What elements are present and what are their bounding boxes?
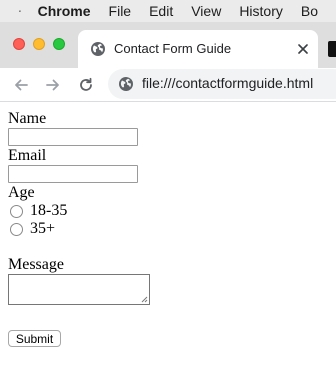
back-button[interactable] [10,74,32,96]
reload-button[interactable] [75,74,97,96]
age-option-label-35-plus: 35+ [30,220,56,237]
name-input[interactable] [8,128,138,146]
address-bar[interactable]: file:///contactformguide.html [108,69,336,99]
macos-menu-bar: Chrome File Edit View History Bo [0,0,336,22]
menu-history[interactable]: History [239,3,283,19]
message-textarea[interactable] [8,274,150,305]
minimize-window-button[interactable] [33,38,45,50]
close-window-button[interactable] [13,38,25,50]
address-url: file:///contactformguide.html [142,75,314,91]
tab-title: Contact Form Guide [114,41,232,56]
age-label: Age [8,184,35,201]
page-content: Name Email Age 18-35 35+ Message Submit [0,102,336,370]
next-tab-favicon-icon[interactable] [328,41,336,57]
menu-bookmarks[interactable]: Bo [301,3,318,19]
globe-icon [91,42,105,56]
apple-logo-icon[interactable] [19,3,21,19]
name-label: Name [8,110,47,127]
email-label: Email [8,147,47,164]
email-input[interactable] [8,165,138,183]
submit-button[interactable]: Submit [8,330,61,347]
close-icon [298,44,308,54]
arrow-left-icon [15,79,28,91]
menu-file[interactable]: File [109,3,132,19]
age-radio-18-35[interactable] [10,205,23,218]
menu-view[interactable]: View [191,3,221,19]
age-option-label-18-35: 18-35 [30,202,68,219]
tab-close-button[interactable] [294,40,312,58]
forward-button[interactable] [42,74,64,96]
age-radio-35-plus[interactable] [10,223,23,236]
arrow-right-icon [46,79,59,91]
tab-strip: Contact Form Guide [0,22,336,68]
tab-contact-form-guide[interactable]: Contact Form Guide [78,30,318,68]
menu-edit[interactable]: Edit [149,3,173,19]
zoom-window-button[interactable] [53,38,65,50]
message-label: Message [8,256,64,273]
browser-toolbar: file:///contactformguide.html [0,68,336,102]
menu-app-chrome[interactable]: Chrome [38,3,91,19]
reload-icon [80,77,92,91]
globe-icon[interactable] [118,76,134,92]
resize-grip-icon[interactable] [140,295,148,303]
